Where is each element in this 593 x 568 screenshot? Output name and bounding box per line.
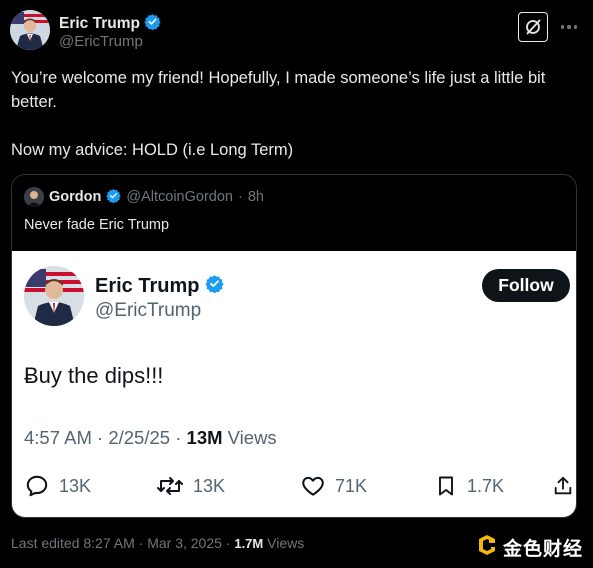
embedded-views-label: Views	[227, 427, 277, 448]
share-icon	[552, 473, 574, 499]
embedded-author-handle: @EricTrump	[95, 300, 202, 321]
watermark: 金色财经	[476, 534, 583, 561]
quote-timestamp[interactable]: 8h	[248, 189, 264, 205]
views-count: 1.7M	[234, 536, 264, 551]
embedded-author-name: Eric Trump	[95, 274, 200, 297]
bookmark-count: 1.7K	[467, 475, 505, 496]
quote-text: Never fade Eric Trump	[24, 217, 170, 233]
quote-separator: ·	[237, 189, 243, 205]
bookmark-action: 1.7K	[434, 471, 504, 501]
embedded-time: 4:57 AM	[24, 427, 92, 448]
author-name[interactable]: Eric Trump	[59, 15, 140, 33]
heart-icon	[300, 473, 326, 499]
more-options-icon[interactable]	[558, 17, 580, 37]
verified-badge-icon	[106, 188, 122, 207]
tweet-header: Eric Trump @EricTrump	[10, 10, 583, 54]
share-action	[552, 471, 574, 501]
repost-action: 13K	[156, 471, 225, 501]
embedded-views-count: 13M	[186, 427, 223, 448]
like-count: 71K	[335, 475, 368, 496]
embedded-tweet-image[interactable]: Eric Trump @EricTrump Follow Ƀuy the dip…	[12, 251, 576, 517]
repost-icon	[156, 473, 184, 499]
watermark-text: 金色财经	[503, 539, 584, 560]
embedded-action-bar: 13K 13K 71K 1.7K	[24, 471, 572, 501]
grok-icon[interactable]	[518, 12, 548, 42]
watermark-logo-icon	[476, 534, 498, 561]
views-label: Views	[267, 535, 305, 551]
reply-count: 13K	[59, 475, 92, 496]
verified-badge-icon	[205, 274, 225, 298]
quote-author-name[interactable]: Gordon	[49, 189, 101, 205]
bookmark-icon	[434, 473, 458, 499]
avatar[interactable]	[10, 10, 50, 50]
tweet-paragraph-1: You’re welcome my friend! Hopefully, I m…	[11, 69, 546, 111]
tweet-footer: Last edited 8:27 AM · Mar 3, 2025 · 1.7M…	[11, 535, 304, 551]
embedded-date: 2/25/25	[108, 427, 171, 448]
embedded-avatar	[24, 266, 84, 326]
embedded-tweet-meta: 4:57 AM · 2/25/25 · 13M Views	[24, 427, 277, 448]
quote-author-handle[interactable]: @AltcoinGordon	[126, 189, 233, 205]
like-action: 71K	[300, 471, 367, 501]
tweet-paragraph-2: Now my advice: HOLD (i.e Long Term)	[11, 141, 294, 159]
quote-avatar[interactable]	[24, 187, 44, 207]
edited-timestamp[interactable]: Last edited 8:27 AM · Mar 3, 2025 ·	[11, 535, 234, 551]
reply-action: 13K	[24, 471, 91, 501]
embedded-name-line: Eric Trump	[95, 274, 225, 298]
author-handle[interactable]: @EricTrump	[59, 33, 143, 50]
quote-header: Gordon @AltcoinGordon · 8h	[24, 187, 264, 207]
follow-button: Follow	[482, 269, 570, 302]
verified-badge-icon	[144, 13, 161, 35]
reply-icon	[24, 473, 50, 499]
tweet-text: You’re welcome my friend! Hopefully, I m…	[11, 66, 581, 162]
author-name-line: Eric Trump	[59, 13, 161, 35]
quoted-tweet-card[interactable]: Gordon @AltcoinGordon · 8h Never fade Er…	[11, 174, 577, 518]
embedded-tweet-text: Ƀuy the dips!!!	[24, 363, 164, 388]
repost-count: 13K	[193, 475, 226, 496]
